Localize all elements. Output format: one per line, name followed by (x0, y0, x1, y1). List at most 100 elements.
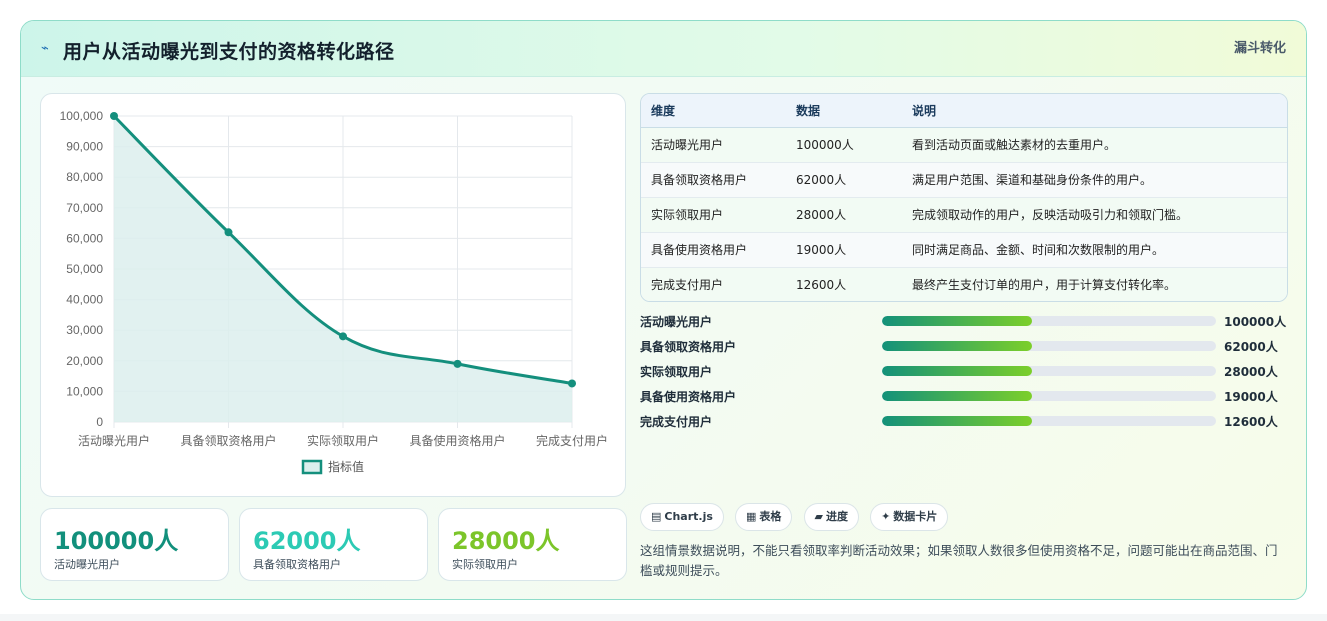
y-tick-label: 50,000 (66, 262, 103, 276)
y-tick-label: 10,000 (66, 384, 103, 398)
table-cell-data: 28000人 (796, 197, 912, 233)
y-tick-label: 90,000 (66, 140, 103, 154)
chart-icon: ▤ (651, 510, 662, 523)
progress-track (882, 341, 1216, 351)
progress-label: 活动曝光用户 (640, 315, 713, 329)
progress-row: 实际领取用户 28000人 (640, 361, 1290, 386)
stat-label: 实际领取用户 (452, 558, 518, 571)
y-tick-label: 30,000 (66, 323, 103, 337)
data-table-panel: 维度 数据 说明 活动曝光用户 100000人 看到活动页面或触达素材的去重用户… (640, 93, 1288, 302)
table-cell-description: 完成领取动作的用户，反映活动吸引力和领取门槛。 (912, 197, 1287, 233)
table-row: 具备使用资格用户 19000人 同时满足商品、金额、时间和次数限制的用户。 (641, 232, 1287, 268)
table-cell-dimension: 实际领取用户 (641, 197, 796, 233)
stat-label: 具备领取资格用户 (253, 558, 341, 571)
stat-card: 62000人 具备领取资格用户 (239, 508, 428, 581)
table-cell-data: 19000人 (796, 232, 912, 268)
legend-label: 指标值 (328, 459, 364, 474)
stat-value: 100000人 (54, 527, 179, 555)
table-row: 具备领取资格用户 62000人 满足用户范围、渠道和基础身份条件的用户。 (641, 162, 1287, 198)
sparkle-icon: ✦ (881, 510, 891, 523)
chip-label: Chart.js (664, 510, 713, 523)
table-header-description: 说明 (912, 94, 1287, 128)
dashboard-card: ⌁ 用户从活动曝光到支付的资格转化路径 漏斗转化 0 10,000 20,000 30… (20, 20, 1307, 600)
progress-value: 28000人 (1224, 365, 1278, 379)
progress-list: 活动曝光用户 100000人 具备领取资格用户 62000人 实际领取用户 28… (640, 311, 1290, 436)
y-tick-label: 100,000 (60, 109, 104, 123)
progress-row: 活动曝光用户 100000人 (640, 311, 1290, 336)
y-tick-label: 0 (96, 415, 103, 429)
line-chart-panel: 0 10,000 20,000 30,000 40,000 50,000 60,000 70,… (40, 93, 626, 497)
data-point (110, 112, 118, 120)
x-tick-label: 具备领取资格用户 (180, 433, 276, 448)
table-row: 实际领取用户 28000人 完成领取动作的用户，反映活动吸引力和领取门槛。 (641, 197, 1287, 233)
table-icon: ▦ (746, 510, 757, 523)
progress-fill (882, 366, 1033, 376)
table-cell-data: 100000人 (796, 127, 912, 163)
chip-label: 数据卡片 (893, 510, 938, 523)
table-row: 完成支付用户 12600人 最终产生支付订单的用户，用于计算支付转化率。 (641, 267, 1287, 301)
pulse-icon: ⌁ (41, 41, 49, 56)
table-cell-data: 62000人 (796, 162, 912, 198)
table-header-dimension: 维度 (641, 94, 796, 128)
progress-value: 12600人 (1224, 415, 1278, 429)
y-tick-label: 40,000 (66, 293, 103, 307)
progress-value: 100000人 (1224, 315, 1287, 329)
data-point (339, 332, 347, 341)
stat-value: 28000人 (452, 527, 560, 555)
y-tick-label: 80,000 (66, 170, 103, 184)
progress-icon: ▰ (814, 510, 823, 523)
progress-row: 具备使用资格用户 19000人 (640, 386, 1290, 411)
progress-label: 具备使用资格用户 (640, 390, 737, 404)
stat-label: 活动曝光用户 (54, 558, 120, 571)
x-tick-label: 实际领取用户 (307, 433, 379, 448)
progress-fill (882, 416, 1033, 426)
progress-track (882, 391, 1216, 401)
progress-fill (882, 316, 1033, 326)
chip-data-card[interactable]: ✦ 数据卡片 (870, 503, 949, 531)
progress-track (882, 366, 1216, 376)
progress-value: 62000人 (1224, 340, 1278, 354)
progress-track (882, 316, 1216, 326)
table-row: 活动曝光用户 100000人 看到活动页面或触达素材的去重用户。 (641, 127, 1287, 163)
data-point (224, 228, 233, 237)
y-tick-label: 60,000 (66, 231, 103, 245)
chip-table[interactable]: ▦ 表格 (735, 503, 793, 531)
x-tick-label: 具备使用资格用户 (409, 433, 505, 448)
progress-row: 具备领取资格用户 62000人 (640, 336, 1290, 361)
progress-fill (882, 341, 1033, 351)
insight-note: 这组情景数据说明，不能只看领取率判断活动效果；如果领取人数很多但使用资格不足，问… (640, 543, 1278, 578)
progress-value: 19000人 (1224, 390, 1278, 404)
table-cell-description: 满足用户范围、渠道和基础身份条件的用户。 (912, 162, 1287, 198)
progress-track (882, 416, 1216, 426)
chip-label: 进度 (825, 510, 848, 523)
progress-row: 完成支付用户 12600人 (640, 411, 1290, 436)
chip-chartjs[interactable]: ▤ Chart.js (640, 503, 724, 531)
table-cell-description: 最终产生支付订单的用户，用于计算支付转化率。 (912, 267, 1287, 301)
table-cell-description: 看到活动页面或触达素材的去重用户。 (912, 127, 1287, 163)
progress-label: 实际领取用户 (640, 365, 713, 379)
view-chips: ▤ Chart.js ▦ 表格 ▰ 进度 ✦ 数据卡片 (640, 503, 954, 531)
page-title: 用户从活动曝光到支付的资格转化路径 (63, 41, 395, 63)
table-cell-dimension: 完成支付用户 (641, 267, 796, 301)
x-tick-label: 完成支付用户 (536, 433, 608, 448)
stat-card: 28000人 实际领取用户 (438, 508, 627, 581)
table-header-data: 数据 (796, 94, 912, 128)
card-header: ⌁ 用户从活动曝光到支付的资格转化路径 漏斗转化 (21, 21, 1306, 77)
legend-swatch (301, 459, 323, 475)
data-table: 维度 数据 说明 活动曝光用户 100000人 看到活动页面或触达素材的去重用户… (641, 94, 1287, 301)
x-tick-label: 活动曝光用户 (78, 433, 150, 448)
table-cell-description: 同时满足商品、金额、时间和次数限制的用户。 (912, 232, 1287, 268)
table-cell-dimension: 活动曝光用户 (641, 127, 796, 163)
data-point (568, 379, 576, 388)
progress-label: 完成支付用户 (640, 415, 713, 429)
progress-fill (882, 391, 1033, 401)
progress-label: 具备领取资格用户 (640, 340, 737, 354)
y-tick-label: 70,000 (66, 201, 103, 215)
stat-value: 62000人 (253, 527, 361, 555)
line-chart: 0 10,000 20,000 30,000 40,000 50,000 60,000 70,… (60, 109, 608, 475)
table-cell-data: 12600人 (796, 267, 912, 301)
table-cell-dimension: 具备使用资格用户 (641, 232, 796, 268)
chip-label: 表格 (759, 510, 782, 523)
data-point (453, 359, 462, 368)
chip-progress[interactable]: ▰ 进度 (803, 503, 859, 531)
